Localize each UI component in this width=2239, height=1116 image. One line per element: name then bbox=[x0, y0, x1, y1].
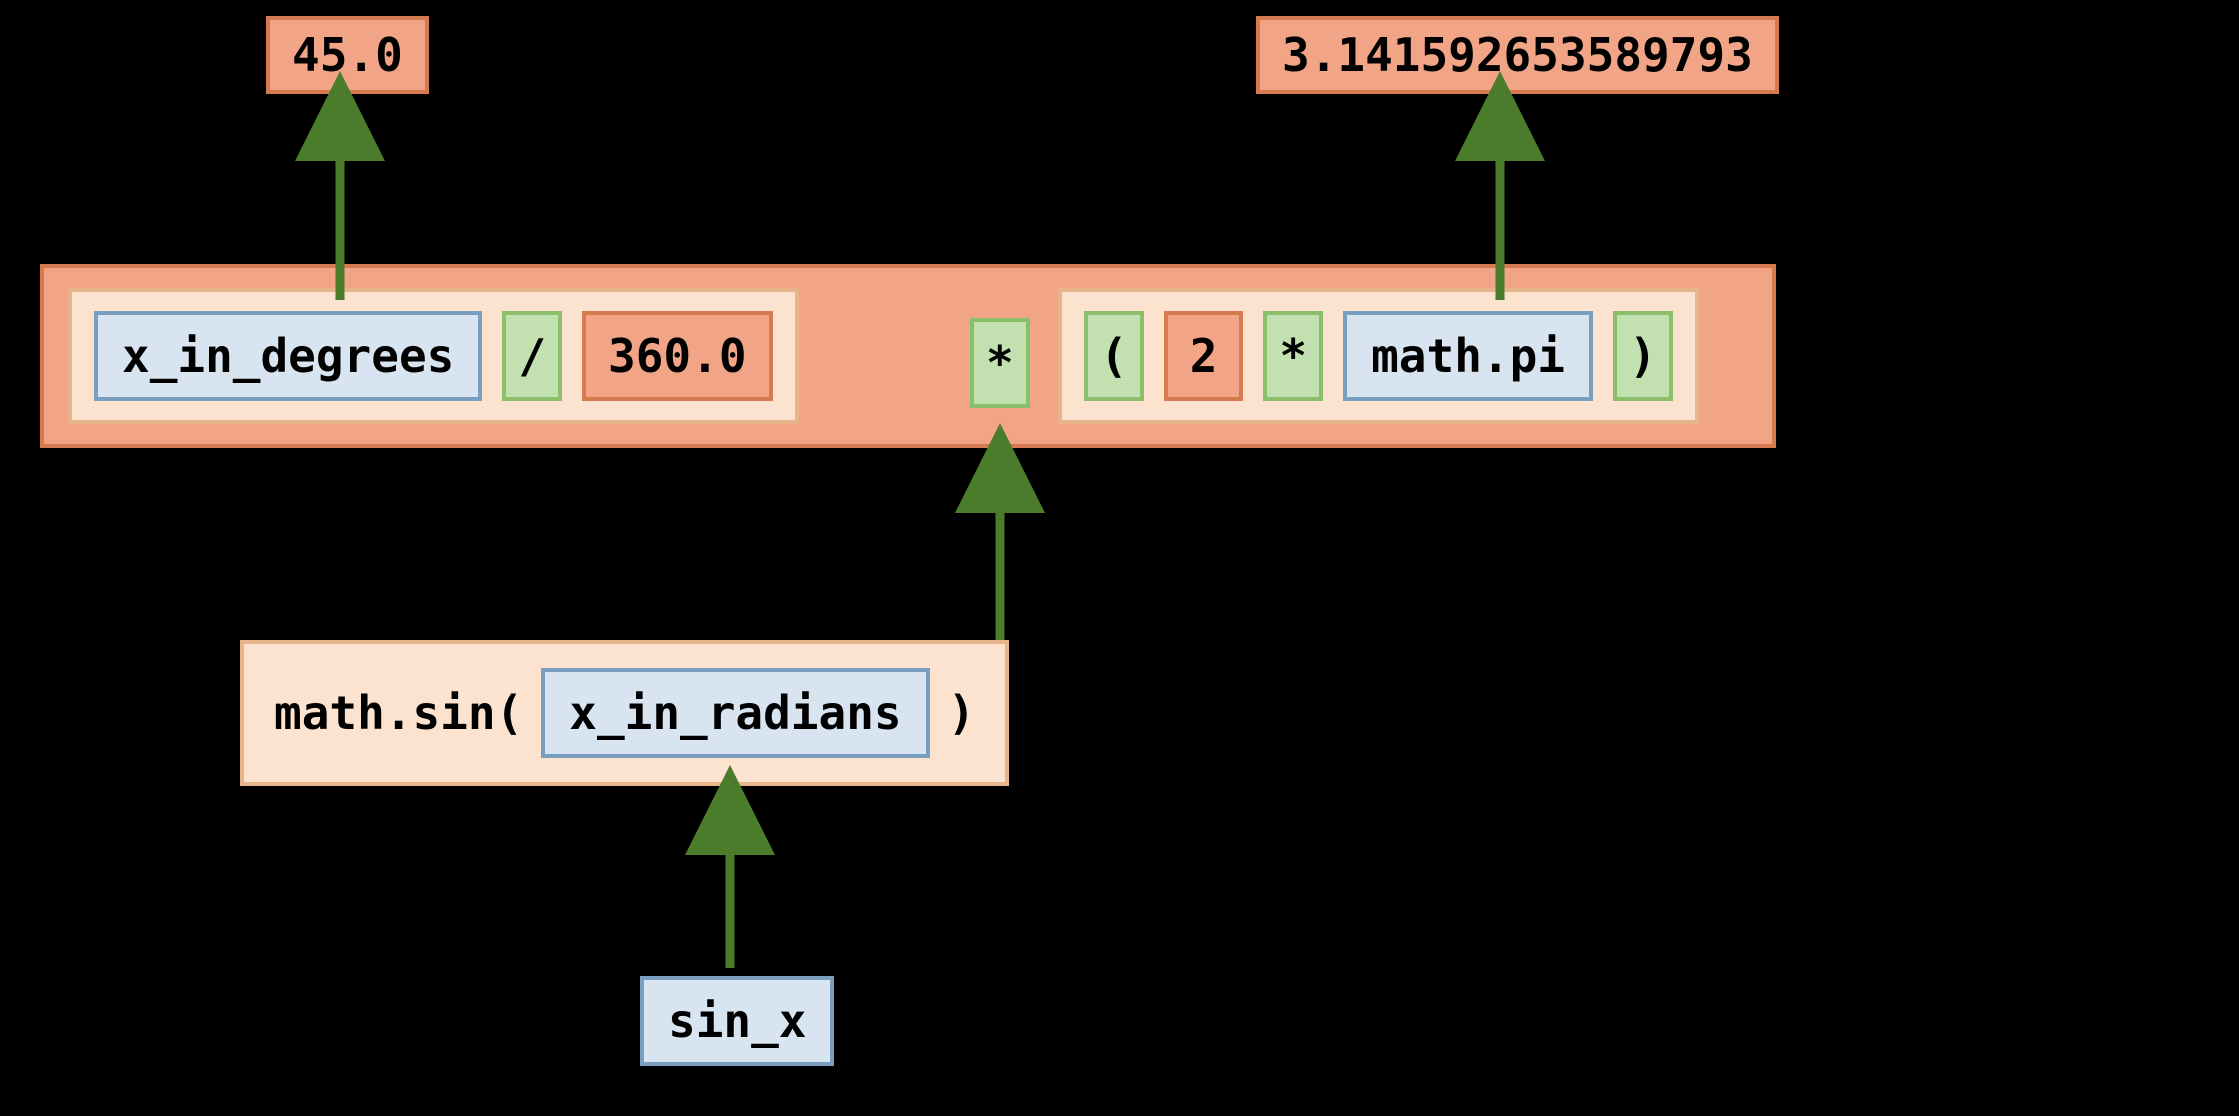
variable-x-in-degrees: x_in_degrees bbox=[94, 311, 482, 401]
literal-2: 2 bbox=[1164, 311, 1244, 401]
variable-math-pi: math.pi bbox=[1343, 311, 1593, 401]
division-group: x_in_degrees / 360.0 bbox=[68, 288, 799, 424]
arrows-layer bbox=[0, 0, 2239, 1116]
paren-group: ( 2 * math.pi ) bbox=[1058, 288, 1699, 424]
variable-sin-x: sin_x bbox=[640, 976, 834, 1066]
operator-divide: / bbox=[502, 311, 562, 401]
paren-close: ) bbox=[1613, 311, 1673, 401]
diagram-stage: 45.0 3.141592653589793 x_in_degrees / 36… bbox=[0, 0, 2239, 1116]
variable-x-in-radians: x_in_radians bbox=[541, 668, 929, 758]
literal-360: 360.0 bbox=[582, 311, 772, 401]
call-prefix: math.sin( bbox=[274, 686, 523, 740]
function-call-box: math.sin( x_in_radians ) bbox=[240, 640, 1009, 786]
value-box-degrees: 45.0 bbox=[266, 16, 429, 94]
value-box-pi: 3.141592653589793 bbox=[1256, 16, 1779, 94]
operator-multiply-outer: * bbox=[970, 318, 1030, 408]
operator-multiply-inner: * bbox=[1263, 311, 1323, 401]
paren-open: ( bbox=[1084, 311, 1144, 401]
call-suffix: ) bbox=[948, 686, 976, 740]
